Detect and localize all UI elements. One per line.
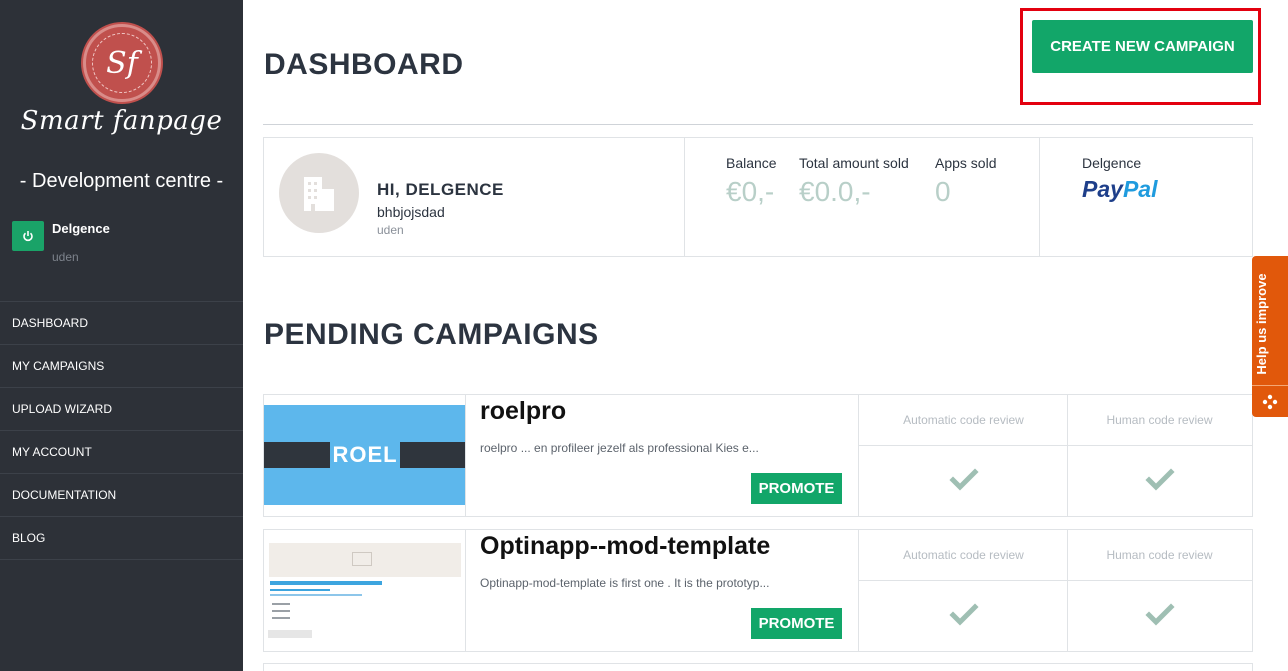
checkmark-icon bbox=[949, 468, 979, 491]
sidebar-nav: DASHBOARD MY CAMPAIGNS UPLOAD WIZARD MY … bbox=[0, 301, 243, 560]
sidebar-item-my-campaigns[interactable]: MY CAMPAIGNS bbox=[0, 345, 243, 388]
building-icon bbox=[279, 153, 359, 233]
sidebar: Sf Smart fanpage - Development centre - … bbox=[0, 0, 243, 671]
feedback-dots-icon bbox=[1252, 385, 1288, 417]
thumbnail-line bbox=[272, 617, 290, 619]
sidebar-item-blog[interactable]: BLOG bbox=[0, 517, 243, 560]
thumbnail-line bbox=[272, 603, 290, 605]
divider bbox=[465, 395, 466, 516]
thumbnail-button bbox=[268, 630, 312, 638]
thumbnail-label: ROEL bbox=[330, 438, 400, 472]
image-icon bbox=[352, 552, 372, 566]
thumbnail-line bbox=[270, 594, 362, 596]
campaign-card bbox=[263, 663, 1253, 671]
paypal-logo-part2: Pal bbox=[1122, 176, 1158, 202]
total-sold-value: €0.0,- bbox=[799, 176, 871, 207]
divider bbox=[1039, 138, 1040, 256]
campaign-thumbnail[interactable] bbox=[264, 540, 465, 640]
promote-button[interactable]: PROMOTE bbox=[751, 473, 842, 504]
automatic-review-label: Automatic code review bbox=[903, 413, 1024, 427]
sidebar-item-upload-wizard[interactable]: UPLOAD WIZARD bbox=[0, 388, 243, 431]
payout-account-name: Delgence bbox=[1082, 155, 1142, 171]
sidebar-item-my-account[interactable]: MY ACCOUNT bbox=[0, 431, 243, 474]
human-review-label: Human code review bbox=[1106, 548, 1213, 562]
page-title: DASHBOARD bbox=[264, 48, 464, 81]
total-sold-label: Total amount sold bbox=[799, 155, 909, 171]
checkmark-icon bbox=[949, 603, 979, 626]
company-city: uden bbox=[377, 223, 404, 237]
divider bbox=[858, 395, 859, 516]
sidebar-item-documentation[interactable]: DOCUMENTATION bbox=[0, 474, 243, 517]
power-icon[interactable] bbox=[12, 221, 44, 251]
create-campaign-button[interactable]: CREATE NEW CAMPAIGN bbox=[1032, 20, 1253, 73]
campaign-title[interactable]: roelpro bbox=[480, 397, 566, 426]
thumbnail-line bbox=[270, 589, 330, 591]
balance-label: Balance bbox=[726, 155, 777, 171]
help-tab-label: Help us improve bbox=[1254, 273, 1269, 375]
checkmark-icon bbox=[1145, 468, 1175, 491]
user-name: Delgence bbox=[52, 221, 110, 236]
human-review-label: Human code review bbox=[1106, 413, 1213, 427]
logo-monogram: Sf bbox=[92, 33, 152, 93]
campaign-card: Optinapp--mod-template Optinapp-mod-temp… bbox=[263, 529, 1253, 652]
campaign-thumbnail[interactable]: ROEL bbox=[264, 405, 465, 505]
section-title-pending: PENDING CAMPAIGNS bbox=[264, 318, 599, 351]
divider bbox=[263, 124, 1253, 125]
campaign-title[interactable]: Optinapp--mod-template bbox=[480, 532, 770, 561]
help-us-improve-tab[interactable]: Help us improve bbox=[1252, 256, 1288, 417]
campaign-description: roelpro ... en profileer jezelf als prof… bbox=[480, 441, 759, 455]
profile-panel: HI, DELGENCE bhbjojsdad uden Balance €0,… bbox=[263, 137, 1253, 257]
company-name: bhbjojsdad bbox=[377, 204, 445, 220]
thumbnail-line bbox=[272, 610, 290, 612]
logo-text: Smart fanpage bbox=[20, 106, 223, 136]
checkmark-icon bbox=[1145, 603, 1175, 626]
sidebar-item-dashboard[interactable]: DASHBOARD bbox=[0, 302, 243, 345]
paypal-logo: PayPal bbox=[1082, 176, 1157, 203]
paypal-logo-part1: Pay bbox=[1082, 176, 1123, 202]
sidebar-subtitle: - Development centre - bbox=[19, 170, 224, 192]
campaign-card: ROEL roelpro roelpro ... en profileer je… bbox=[263, 394, 1253, 517]
divider bbox=[684, 138, 685, 256]
logo-badge[interactable]: Sf bbox=[83, 24, 161, 102]
divider bbox=[859, 580, 1252, 581]
balance-value: €0,- bbox=[726, 176, 775, 207]
promote-button[interactable]: PROMOTE bbox=[751, 608, 842, 639]
campaign-description: Optinapp-mod-template is first one . It … bbox=[480, 576, 770, 590]
user-location: uden bbox=[52, 250, 79, 264]
apps-sold-label: Apps sold bbox=[935, 155, 997, 171]
divider bbox=[465, 530, 466, 651]
apps-sold-value: 0 bbox=[935, 176, 951, 207]
divider bbox=[858, 530, 859, 651]
greeting: HI, DELGENCE bbox=[377, 180, 504, 199]
divider bbox=[859, 445, 1252, 446]
thumbnail-line bbox=[270, 581, 382, 585]
automatic-review-label: Automatic code review bbox=[903, 548, 1024, 562]
